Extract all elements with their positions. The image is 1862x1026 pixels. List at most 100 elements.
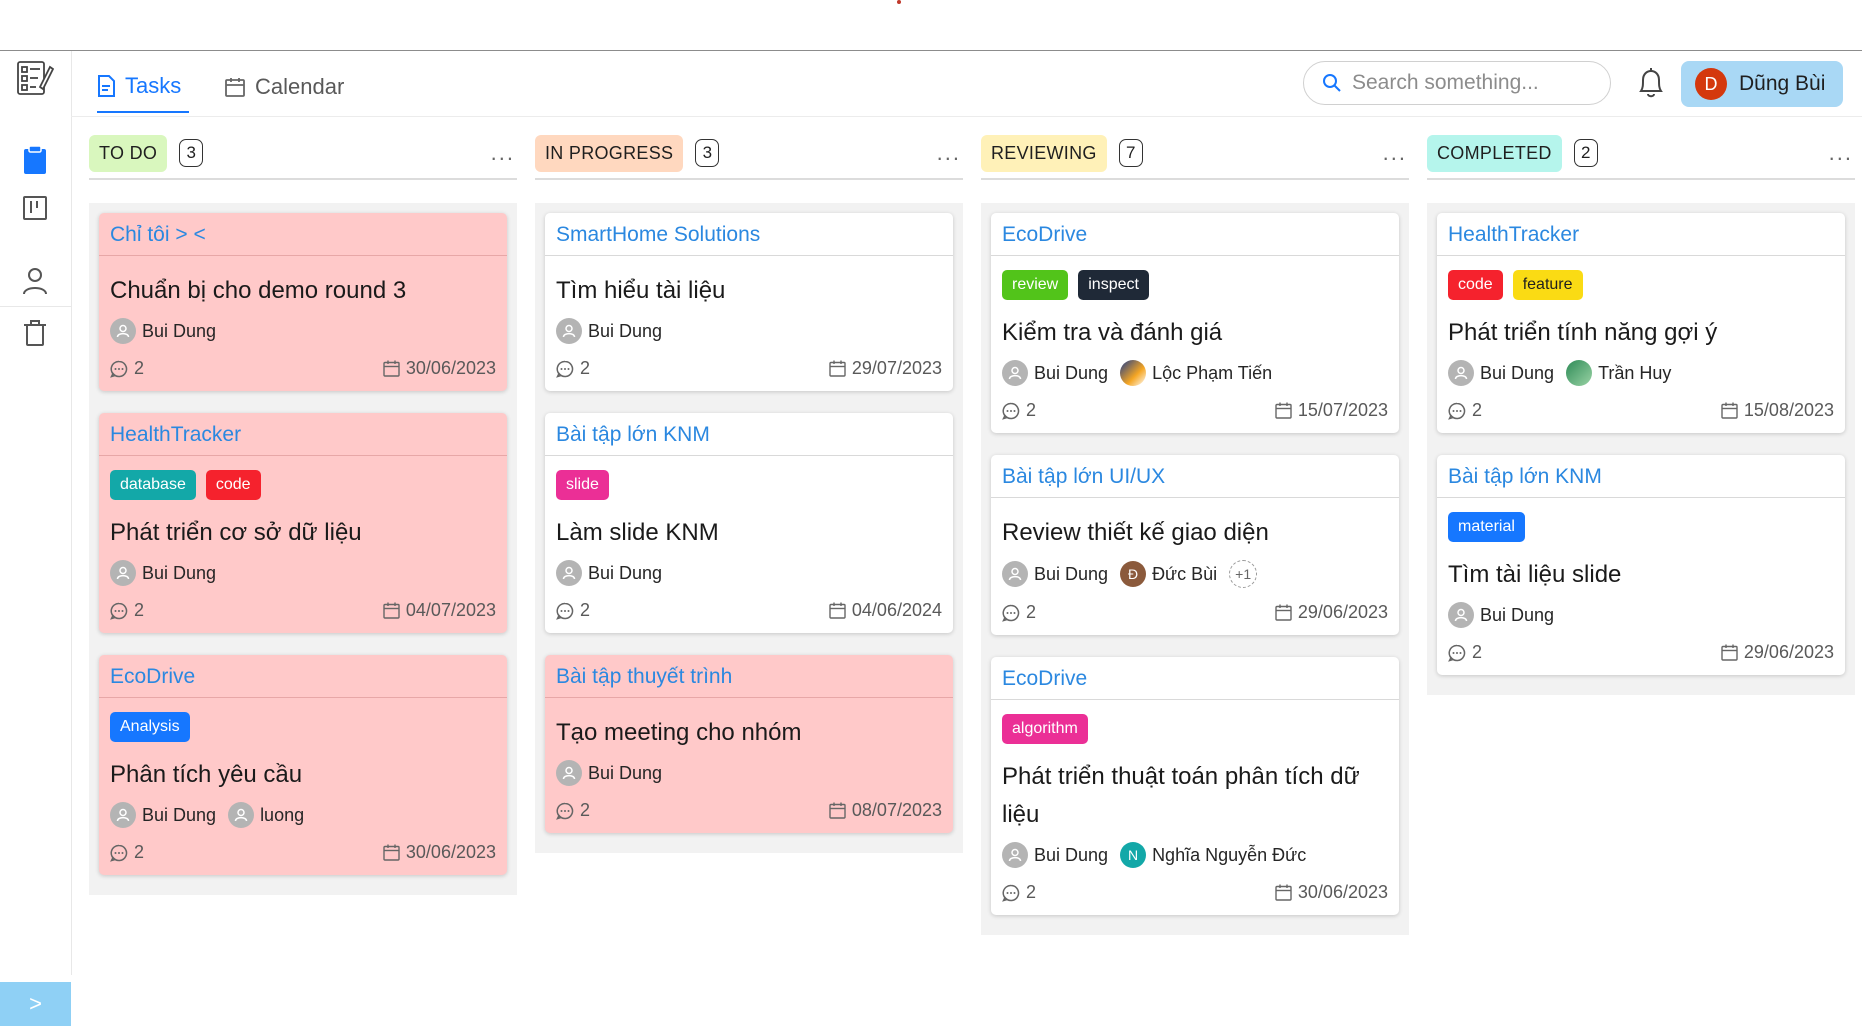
column-to-do: TO DO 3... Chỉ tôi > < Chuẩn bị cho demo ro… (89, 128, 517, 895)
card-project-name[interactable]: HealthTracker (99, 413, 507, 456)
column-header: COMPLETED 2... (1427, 128, 1855, 180)
header: Tasks Calendar D Dũng Bùi (71, 51, 1862, 117)
card-project-name[interactable]: EcoDrive (99, 655, 507, 698)
comment-count-value: 2 (580, 800, 591, 820)
trash-icon[interactable] (16, 314, 54, 352)
task-list-icon[interactable] (16, 59, 54, 97)
assignee-list: Bui Dung (1448, 602, 1834, 628)
card-project-name[interactable]: Chỉ tôi > < (99, 213, 507, 256)
comment-icon (1448, 644, 1466, 662)
task-card[interactable]: EcoDrive algorithm Phát triển thuật toán p… (991, 657, 1399, 915)
task-card[interactable]: Bài tập thuyết trình Tạo meeting cho nhóm… (545, 655, 953, 833)
card-project-name[interactable]: EcoDrive (991, 657, 1399, 700)
card-project-name[interactable]: SmartHome Solutions (545, 213, 953, 256)
card-project-name[interactable]: Bài tập thuyết trình (545, 655, 953, 698)
column-card-list: HealthTracker code feature Phát triển tính … (1427, 203, 1855, 695)
comment-count: 2 (556, 800, 590, 821)
user-icon[interactable] (16, 262, 54, 300)
card-body: Tìm hiểu tài liệu Bui Dung 2 29/07/2023 (545, 256, 953, 391)
comment-count: 2 (556, 358, 590, 379)
task-card[interactable]: Bài tập lớn KNM slide Làm slide KNM Bui Dun… (545, 413, 953, 633)
comment-icon (1002, 604, 1020, 622)
assignee: Bui Dung (1002, 360, 1108, 386)
sidebar-toggle-button[interactable]: > (0, 982, 71, 1026)
task-card[interactable]: SmartHome Solutions Tìm hiểu tài liệu Bui … (545, 213, 953, 391)
due-date: 15/08/2023 (1721, 400, 1834, 421)
tag-badge: inspect (1078, 270, 1149, 300)
card-project-name[interactable]: HealthTracker (1437, 213, 1845, 256)
clipboard-icon[interactable] (16, 141, 54, 179)
tag-list: material (1448, 512, 1834, 542)
person-icon (1008, 567, 1022, 581)
tag-list: database code (110, 470, 496, 500)
column-count-badge: 3 (695, 139, 720, 167)
comment-count: 2 (110, 842, 144, 863)
avatar: Đ (1120, 561, 1147, 587)
tab-tasks[interactable]: Tasks (97, 61, 189, 113)
tag-badge: algorithm (1002, 714, 1088, 744)
card-body: Chuẩn bị cho demo round 3 Bui Dung 2 30/06/… (99, 256, 507, 391)
comment-icon (556, 602, 574, 620)
assignee-name: Bui Dung (142, 804, 217, 825)
search-input[interactable] (1350, 70, 1594, 96)
more-options-button[interactable]: ... (1829, 140, 1853, 166)
person-icon (562, 324, 576, 338)
tag-badge: code (205, 470, 261, 500)
avatar (110, 802, 136, 828)
person-icon (562, 566, 576, 580)
search-box[interactable] (1303, 61, 1611, 105)
person-icon (116, 808, 130, 822)
due-date-value: 29/07/2023 (851, 358, 942, 378)
avatar (1120, 360, 1147, 386)
avatar (1566, 360, 1593, 386)
card-title: Phát triển cơ sở dữ liệu (110, 519, 362, 546)
assignee-name: Bui Dung (1034, 844, 1109, 865)
avatar (556, 560, 582, 586)
bell-icon[interactable] (1634, 65, 1668, 101)
comment-count: 2 (556, 600, 590, 621)
due-date: 30/06/2023 (383, 358, 496, 379)
calendar-icon (383, 360, 400, 377)
card-title: Tạo meeting cho nhóm (556, 719, 802, 746)
card-project-name[interactable]: Bài tập lớn UI/UX (991, 455, 1399, 498)
column-count-badge: 2 (1573, 139, 1598, 167)
card-project-name[interactable]: Bài tập lớn KNM (1437, 455, 1845, 498)
card-project-name[interactable]: EcoDrive (991, 213, 1399, 256)
task-card[interactable]: EcoDrive review inspect Kiểm tra và đánh gi… (991, 213, 1399, 433)
tag-list: Analysis (110, 712, 496, 742)
person-icon (1454, 366, 1468, 380)
more-options-button[interactable]: ... (1383, 140, 1407, 166)
task-card[interactable]: Bài tập lớn UI/UX Review thiết kế giao di… (991, 455, 1399, 635)
task-card[interactable]: HealthTracker database code Phát triển cơ s… (99, 413, 507, 633)
tab-calendar[interactable]: Calendar (225, 61, 344, 113)
more-options-button[interactable]: ... (491, 140, 515, 166)
due-date-value: 30/06/2023 (405, 358, 496, 378)
comment-icon (556, 802, 574, 820)
avatar (228, 802, 255, 828)
user-menu-button[interactable]: D Dũng Bùi (1681, 61, 1843, 107)
task-card[interactable]: HealthTracker code feature Phát triển tính … (1437, 213, 1845, 433)
task-card[interactable]: EcoDrive Analysis Phân tích yêu cầu Bui Dun… (99, 655, 507, 875)
card-title: Tìm tài liệu slide (1448, 561, 1622, 588)
card-footer: 2 08/07/2023 (556, 800, 942, 821)
comment-count-value: 2 (580, 358, 591, 378)
assignee-name: Nghĩa Nguyễn Đức (1152, 844, 1307, 865)
assignee-name: Bui Dung (142, 562, 217, 583)
tab-calendar-label: Calendar (255, 74, 345, 99)
task-card[interactable]: Bài tập lớn KNM material Tìm tài liệu slid… (1437, 455, 1845, 675)
tag-badge: Analysis (110, 712, 190, 742)
calendar-icon (1721, 644, 1738, 661)
more-options-button[interactable]: ... (937, 140, 961, 166)
assignee-name: Trần Huy (1598, 362, 1672, 383)
assignee-list: Bui Dung N Nghĩa Nguyễn Đức (1002, 842, 1388, 868)
calendar-icon (1275, 604, 1292, 621)
board-icon[interactable] (16, 189, 54, 227)
assignee: N Nghĩa Nguyễn Đức (1120, 842, 1306, 868)
assignee-list: Bui Dung (110, 560, 496, 586)
task-card[interactable]: Chỉ tôi > < Chuẩn bị cho demo round 3 Bui … (99, 213, 507, 391)
assignee-list: Bui Dung (110, 318, 496, 344)
sidebar: > (0, 51, 72, 1026)
card-project-name[interactable]: Bài tập lớn KNM (545, 413, 953, 456)
card-title: Kiểm tra và đánh giá (1002, 319, 1223, 346)
avatar (1002, 360, 1028, 386)
